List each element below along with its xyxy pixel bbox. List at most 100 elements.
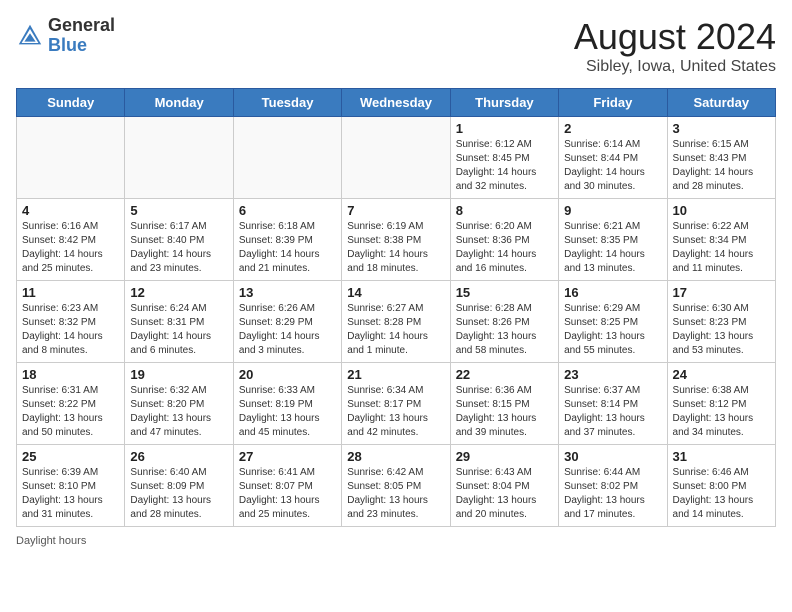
- day-number: 16: [564, 285, 661, 300]
- calendar-header-wednesday: Wednesday: [342, 89, 450, 117]
- day-info: Sunrise: 6:12 AM Sunset: 8:45 PM Dayligh…: [456, 138, 553, 194]
- day-info: Sunrise: 6:36 AM Sunset: 8:15 PM Dayligh…: [456, 384, 553, 440]
- calendar-cell: 8 Sunrise: 6:20 AM Sunset: 8:36 PM Daylig…: [450, 199, 558, 281]
- day-info: Sunrise: 6:15 AM Sunset: 8:43 PM Dayligh…: [673, 138, 770, 194]
- day-info: Sunrise: 6:44 AM Sunset: 8:02 PM Dayligh…: [564, 466, 661, 522]
- day-info: Sunrise: 6:16 AM Sunset: 8:42 PM Dayligh…: [22, 220, 119, 276]
- day-number: 26: [130, 449, 227, 464]
- calendar-cell: 21Sunrise: 6:34 AM Sunset: 8:17 PM Dayli…: [342, 363, 450, 445]
- day-number: 31: [673, 449, 770, 464]
- calendar-cell: 19 Sunrise: 6:32 AM Sunset: 8:20 PM Dayli…: [125, 363, 233, 445]
- day-number: 2: [564, 121, 661, 136]
- calendar-cell: [125, 117, 233, 199]
- day-info: Sunrise: 6:42 AM Sunset: 8:05 PM Dayligh…: [347, 466, 444, 522]
- day-info: Sunrise: 6:40 AM Sunset: 8:09 PM Dayligh…: [130, 466, 227, 522]
- day-info: Sunrise: 6:41 AM Sunset: 8:07 PM Dayligh…: [239, 466, 336, 522]
- day-info: Sunrise: 6:30 AM Sunset: 8:23 PM Dayligh…: [673, 302, 770, 358]
- day-number: 6: [239, 203, 336, 218]
- calendar-header-row: SundayMondayTuesdayWednesdayThursdayFrid…: [17, 89, 776, 117]
- calendar-cell: 2 Sunrise: 6:14 AM Sunset: 8:44 PM Daylig…: [559, 117, 667, 199]
- calendar-cell: 26 Sunrise: 6:40 AM Sunset: 8:09 PM Dayli…: [125, 445, 233, 527]
- day-number: 15: [456, 285, 553, 300]
- calendar-week-2: 4 Sunrise: 6:16 AM Sunset: 8:42 PM Daylig…: [17, 199, 776, 281]
- calendar-cell: 22 Sunrise: 6:36 AM Sunset: 8:15 PM Dayli…: [450, 363, 558, 445]
- day-number: 1: [456, 121, 553, 136]
- day-info: Sunrise: 6:26 AM Sunset: 8:29 PM Dayligh…: [239, 302, 336, 358]
- day-info: Sunrise: 6:28 AM Sunset: 8:26 PM Dayligh…: [456, 302, 553, 358]
- calendar-cell: 30 Sunrise: 6:44 AM Sunset: 8:02 PM Dayli…: [559, 445, 667, 527]
- calendar-cell: 23 Sunrise: 6:37 AM Sunset: 8:14 PM Dayli…: [559, 363, 667, 445]
- calendar-cell: 25 Sunrise: 6:39 AM Sunset: 8:10 PM Dayli…: [17, 445, 125, 527]
- logo: General Blue: [16, 16, 115, 56]
- calendar-cell: 4 Sunrise: 6:16 AM Sunset: 8:42 PM Daylig…: [17, 199, 125, 281]
- day-info: Sunrise: 6:43 AM Sunset: 8:04 PM Dayligh…: [456, 466, 553, 522]
- calendar-header-monday: Monday: [125, 89, 233, 117]
- calendar-week-1: 1 Sunrise: 6:12 AM Sunset: 8:45 PM Daylig…: [17, 117, 776, 199]
- calendar-week-3: 11 Sunrise: 6:23 AM Sunset: 8:32 PM Dayli…: [17, 281, 776, 363]
- day-info: Sunrise: 6:33 AM Sunset: 8:19 PM Dayligh…: [239, 384, 336, 440]
- calendar-cell: [233, 117, 341, 199]
- day-number: 18: [22, 367, 119, 382]
- day-info: Sunrise: 6:32 AM Sunset: 8:20 PM Dayligh…: [130, 384, 227, 440]
- day-number: 25: [22, 449, 119, 464]
- day-number: 19: [130, 367, 227, 382]
- day-number: 3: [673, 121, 770, 136]
- calendar-cell: 13 Sunrise: 6:26 AM Sunset: 8:29 PM Dayli…: [233, 281, 341, 363]
- calendar-header-tuesday: Tuesday: [233, 89, 341, 117]
- day-number: 30: [564, 449, 661, 464]
- calendar-cell: 18Sunrise: 6:31 AM Sunset: 8:22 PM Dayli…: [17, 363, 125, 445]
- logo-text: General Blue: [48, 16, 115, 56]
- calendar-week-4: 18Sunrise: 6:31 AM Sunset: 8:22 PM Dayli…: [17, 363, 776, 445]
- calendar: SundayMondayTuesdayWednesdayThursdayFrid…: [16, 88, 776, 527]
- day-info: Sunrise: 6:29 AM Sunset: 8:25 PM Dayligh…: [564, 302, 661, 358]
- day-info: Sunrise: 6:37 AM Sunset: 8:14 PM Dayligh…: [564, 384, 661, 440]
- day-number: 11: [22, 285, 119, 300]
- calendar-cell: 20 Sunrise: 6:33 AM Sunset: 8:19 PM Dayli…: [233, 363, 341, 445]
- day-info: Sunrise: 6:46 AM Sunset: 8:00 PM Dayligh…: [673, 466, 770, 522]
- day-info: Sunrise: 6:14 AM Sunset: 8:44 PM Dayligh…: [564, 138, 661, 194]
- day-number: 28: [347, 449, 444, 464]
- day-number: 20: [239, 367, 336, 382]
- day-number: 12: [130, 285, 227, 300]
- calendar-cell: 27Sunrise: 6:41 AM Sunset: 8:07 PM Dayli…: [233, 445, 341, 527]
- day-number: 22: [456, 367, 553, 382]
- day-info: Sunrise: 6:38 AM Sunset: 8:12 PM Dayligh…: [673, 384, 770, 440]
- logo-blue: Blue: [48, 35, 87, 55]
- calendar-header-friday: Friday: [559, 89, 667, 117]
- header: General Blue August 2024 Sibley, Iowa, U…: [16, 16, 776, 76]
- title-area: August 2024 Sibley, Iowa, United States: [574, 16, 776, 76]
- calendar-cell: 9 Sunrise: 6:21 AM Sunset: 8:35 PM Daylig…: [559, 199, 667, 281]
- calendar-cell: 31 Sunrise: 6:46 AM Sunset: 8:00 PM Dayli…: [667, 445, 775, 527]
- day-info: Sunrise: 6:19 AM Sunset: 8:38 PM Dayligh…: [347, 220, 444, 276]
- calendar-cell: 1 Sunrise: 6:12 AM Sunset: 8:45 PM Daylig…: [450, 117, 558, 199]
- day-number: 24: [673, 367, 770, 382]
- calendar-cell: [342, 117, 450, 199]
- day-number: 23: [564, 367, 661, 382]
- logo-general: General: [48, 15, 115, 35]
- day-number: 29: [456, 449, 553, 464]
- calendar-cell: 28 Sunrise: 6:42 AM Sunset: 8:05 PM Dayli…: [342, 445, 450, 527]
- calendar-cell: 24 Sunrise: 6:38 AM Sunset: 8:12 PM Dayli…: [667, 363, 775, 445]
- day-number: 17: [673, 285, 770, 300]
- calendar-cell: 5Sunrise: 6:17 AM Sunset: 8:40 PM Daylig…: [125, 199, 233, 281]
- daylight-label: Daylight hours: [16, 535, 86, 547]
- day-info: Sunrise: 6:21 AM Sunset: 8:35 PM Dayligh…: [564, 220, 661, 276]
- day-info: Sunrise: 6:39 AM Sunset: 8:10 PM Dayligh…: [22, 466, 119, 522]
- calendar-cell: 15 Sunrise: 6:28 AM Sunset: 8:26 PM Dayli…: [450, 281, 558, 363]
- day-number: 9: [564, 203, 661, 218]
- calendar-cell: 3 Sunrise: 6:15 AM Sunset: 8:43 PM Daylig…: [667, 117, 775, 199]
- day-info: Sunrise: 6:17 AM Sunset: 8:40 PM Dayligh…: [130, 220, 227, 276]
- calendar-header-thursday: Thursday: [450, 89, 558, 117]
- location: Sibley, Iowa, United States: [574, 58, 776, 76]
- calendar-cell: 11 Sunrise: 6:23 AM Sunset: 8:32 PM Dayli…: [17, 281, 125, 363]
- day-info: Sunrise: 6:20 AM Sunset: 8:36 PM Dayligh…: [456, 220, 553, 276]
- day-info: Sunrise: 6:27 AM Sunset: 8:28 PM Dayligh…: [347, 302, 444, 358]
- day-info: Sunrise: 6:23 AM Sunset: 8:32 PM Dayligh…: [22, 302, 119, 358]
- day-number: 13: [239, 285, 336, 300]
- day-number: 14: [347, 285, 444, 300]
- day-number: 8: [456, 203, 553, 218]
- day-info: Sunrise: 6:18 AM Sunset: 8:39 PM Dayligh…: [239, 220, 336, 276]
- calendar-header-saturday: Saturday: [667, 89, 775, 117]
- day-number: 4: [22, 203, 119, 218]
- calendar-cell: 7Sunrise: 6:19 AM Sunset: 8:38 PM Daylig…: [342, 199, 450, 281]
